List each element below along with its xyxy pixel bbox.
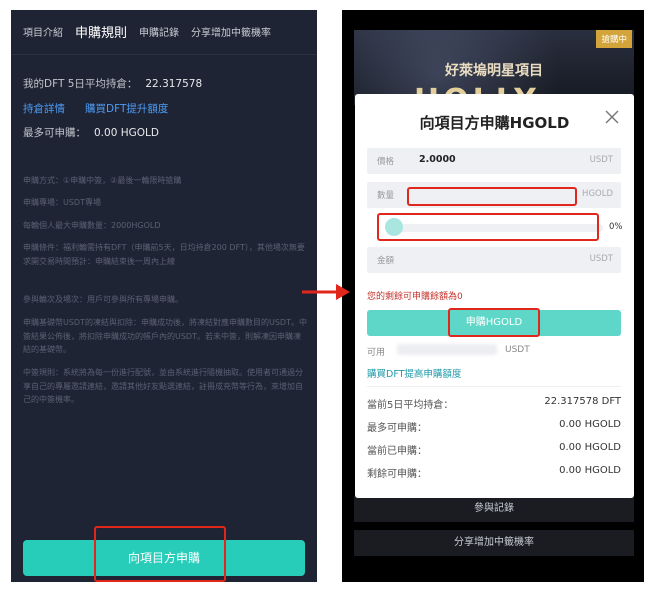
holding-details-link[interactable]: 持倉詳情 [23,101,65,116]
available-label: 可用 [367,348,386,358]
stat-label: 當前已申購： [367,446,427,457]
stat-value: 22.317578 DFT [544,396,621,407]
share-increase-chance-button[interactable]: 分享增加中籤機率 [354,530,634,556]
rule-max-per-round: 每輪個人最大申購數量：2000HGOLD [23,221,161,230]
stat-value: 0.00 HGOLD [559,419,621,430]
holding-label: 我的DFT 5日平均持倉： [23,78,138,90]
modal-divider [367,386,621,387]
highlight-quantity-field [407,187,577,206]
price-unit: USDT [589,155,613,165]
right-phone-screen: 好萊塢明星項目 HOLLY GOLD 搶購中 參與記錄 分享增加中籤機率 向項目… [342,10,644,582]
amount-label: 金額 [377,256,395,266]
remaining-balance-warning: 您的剩餘可申購餘額為0 [367,292,463,302]
rule-method: 申購方式：①申購中簽，②最後一輪限時搶購 [23,176,182,185]
banner-title: 好萊塢明星項目 [445,63,543,79]
participation-records-button[interactable]: 參與記錄 [354,496,634,522]
max-subscribe-row: 最多可申購： 0.00 HGOLD [23,125,159,140]
status-badge: 搶購中 [596,30,632,48]
stat-value: 0.00 HGOLD [559,442,621,453]
max-value: 0.00 HGOLD [94,127,159,139]
price-label: 價格 [377,157,395,167]
tab-divider [11,54,317,55]
available-value-redacted [397,344,497,355]
quantity-label: 數量 [377,191,395,201]
stat-label: 當前5日平均持倉： [367,400,454,411]
amount-unit: USDT [589,254,613,264]
holding-row: 我的DFT 5日平均持倉： 22.317578 [23,76,202,91]
arrow-right-icon [302,284,350,300]
stat-value: 0.00 HGOLD [559,465,621,476]
stat-row: 當前已申購： 0.00 HGOLD [367,442,621,457]
highlight-subscribe-button [94,526,226,582]
tab-subscription-rules[interactable]: 申購規則 [75,22,127,41]
max-label: 最多可申購： [23,127,86,139]
highlight-subscribe-hgold [448,308,540,337]
available-unit: USDT [505,345,530,355]
stat-row: 剩餘可申購： 0.00 HGOLD [367,465,621,480]
stat-label: 最多可申購： [367,423,427,434]
amount-field: 金額 USDT [367,247,621,273]
stat-row: 當前5日平均持倉： 22.317578 DFT [367,396,621,411]
modal-title: 向項目方申購HGOLD [419,114,570,132]
tab-share-increase-chance[interactable]: 分享增加中籤機率 [191,24,271,39]
price-value: 2.0000 [419,154,456,165]
subscribe-modal: 向項目方申購HGOLD 價格 2.0000 USDT 數量 HGOLD 0% 金… [355,94,634,498]
rule-freeze: 申購基礎幣USDT的凍結與扣除：申購成功後，將凍結對應申購數目的USDT。中簽結… [23,318,307,354]
holding-value: 22.317578 [145,78,203,90]
rule-conditions: 申購條件：福利輪需持有DFT（申購前5天，日均持倉200 DFT），其他場次無要… [23,243,305,266]
rule-winning: 中簽規則：系統將為每一份進行配號，並由系統進行隨機抽取。使用者可通過分享自己的專… [23,368,303,404]
rule-rounds: 參與輪次及場次：用戶可參與所有專場申購。 [23,295,183,304]
buy-dft-link[interactable]: 購買DFT提升額度 [85,101,168,116]
buy-dft-increase-quota-link[interactable]: 購買DFT提高申購額度 [367,366,461,380]
tab-subscription-records[interactable]: 申購記錄 [139,24,179,39]
slider-percent: 0% [609,222,623,232]
rule-venue: 申購專場：USDT專場 [23,198,101,207]
stat-row: 最多可申購： 0.00 HGOLD [367,419,621,434]
stat-label: 剩餘可申購： [367,469,427,480]
quantity-unit: HGOLD [582,189,613,199]
left-phone-screen: 項目介紹 申購規則 申購記錄 分享增加中籤機率 我的DFT 5日平均持倉： 22.… [11,10,317,582]
price-field: 價格 2.0000 USDT [367,148,621,174]
tab-project-intro[interactable]: 項目介紹 [23,24,63,39]
highlight-slider [377,213,599,241]
close-icon[interactable] [604,109,620,125]
